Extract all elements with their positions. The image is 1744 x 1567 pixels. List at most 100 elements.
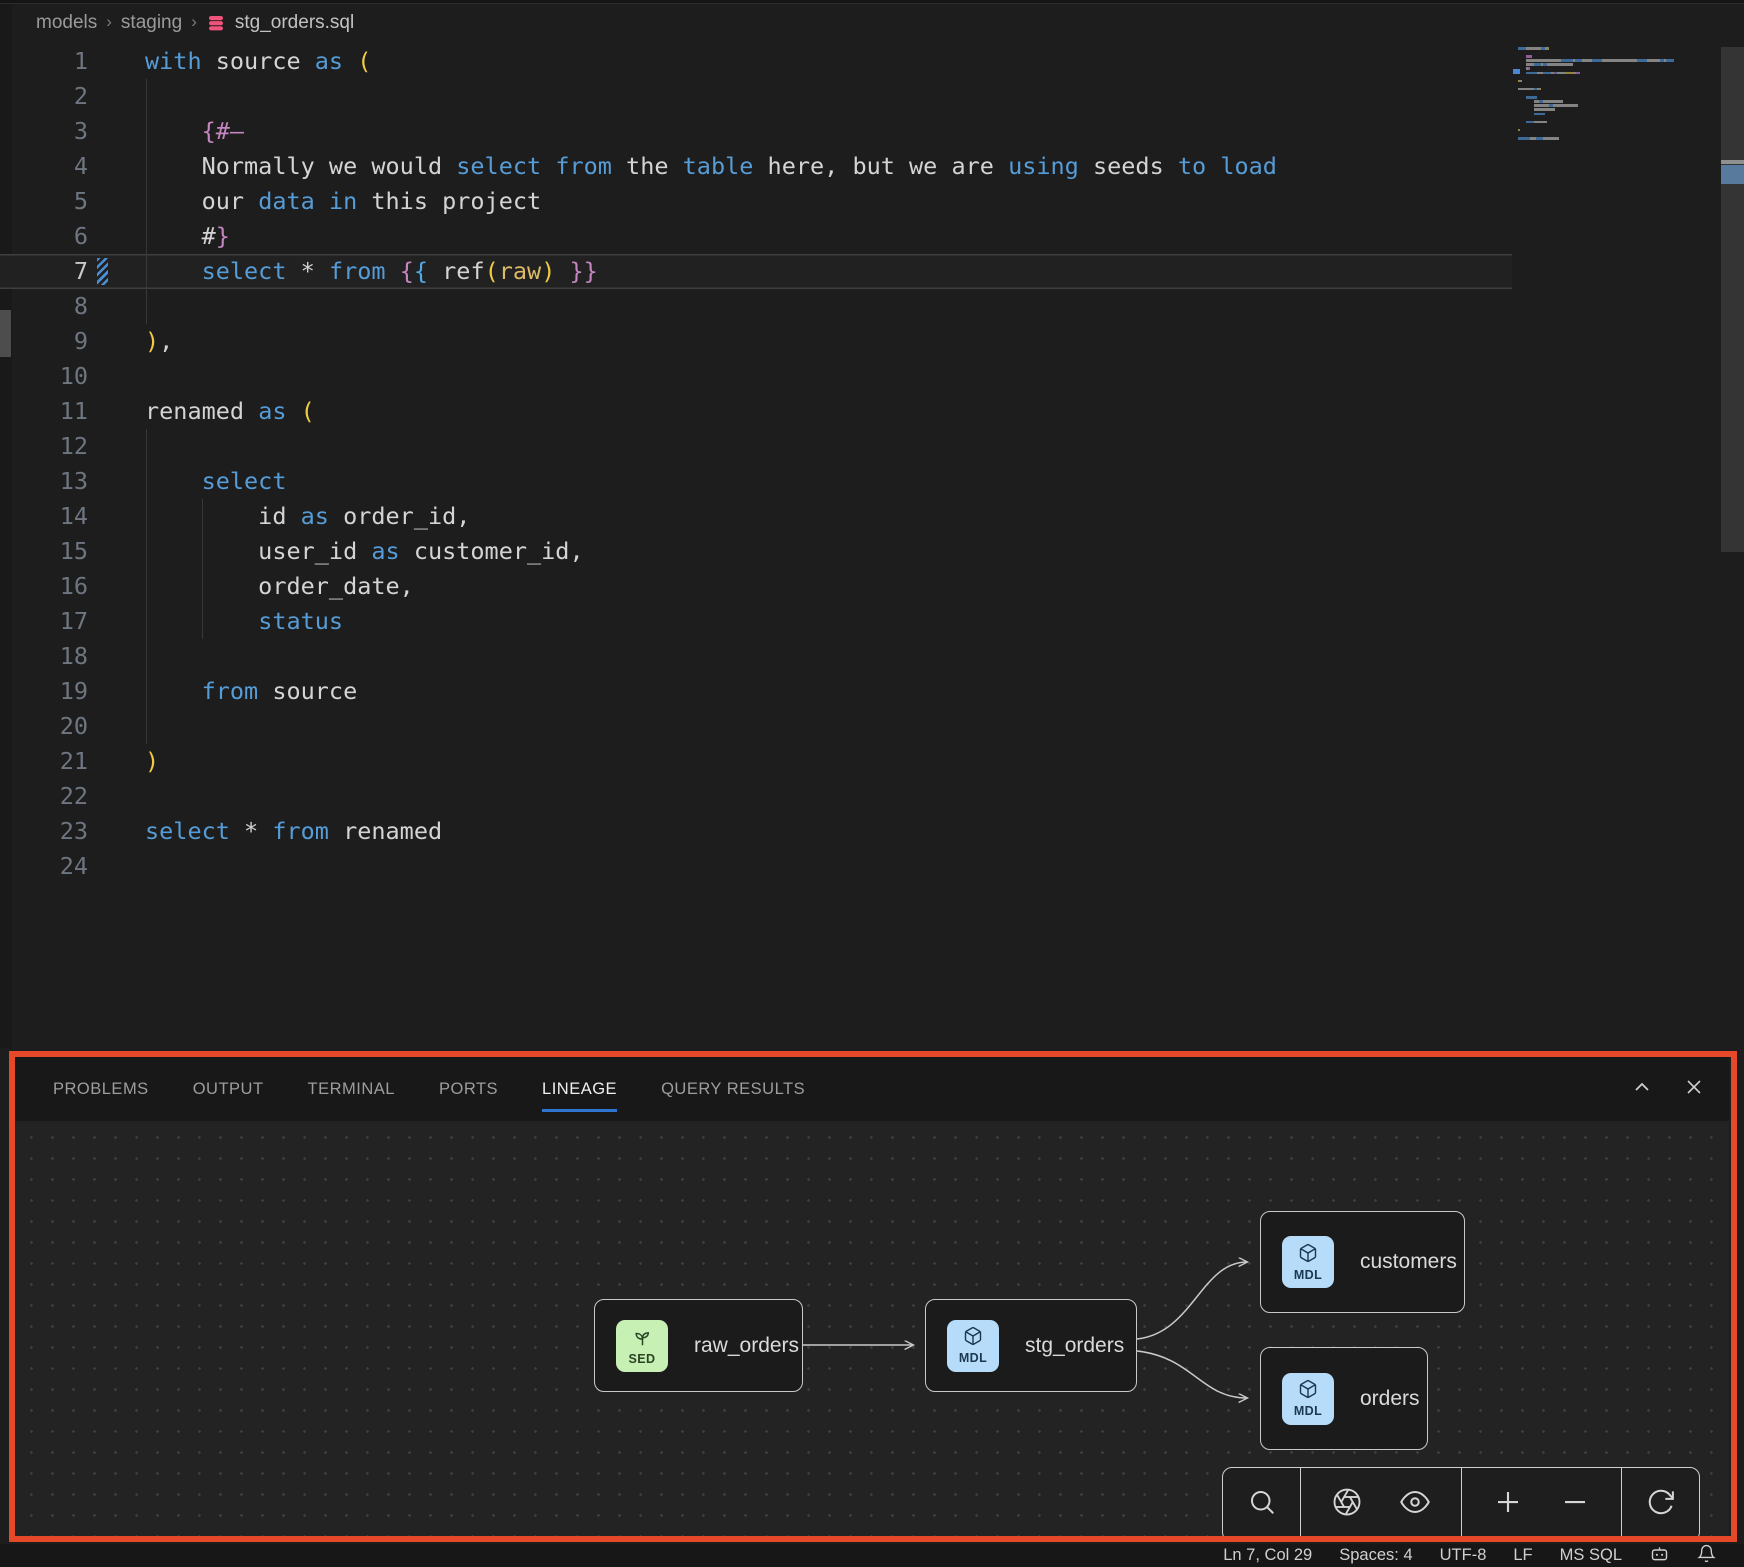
- breadcrumb-item-models[interactable]: models: [36, 12, 97, 34]
- status-utf-8[interactable]: UTF-8: [1440, 1546, 1487, 1565]
- close-panel-button[interactable]: [1681, 1076, 1707, 1102]
- line-number: 22: [0, 779, 88, 814]
- tab-terminal[interactable]: TERMINAL: [308, 1057, 395, 1121]
- code-token: load: [1220, 152, 1277, 180]
- status-spaces-4[interactable]: Spaces: 4: [1339, 1546, 1412, 1565]
- tab-query-results[interactable]: QUERY RESULTS: [661, 1057, 805, 1121]
- code-token: ,: [159, 327, 173, 355]
- lineage-node-orders[interactable]: MDL orders: [1260, 1347, 1428, 1450]
- code-line-12[interactable]: 12: [0, 429, 1512, 464]
- code-token: renamed: [145, 397, 258, 425]
- minimap-line: [1518, 100, 1690, 103]
- copilot-button[interactable]: [1649, 1543, 1670, 1567]
- code-token: [145, 257, 202, 285]
- line-number: 7: [0, 254, 88, 289]
- minimap-token: [1534, 63, 1542, 66]
- code-token: (: [301, 397, 315, 425]
- zoom-out-button[interactable]: [1553, 1483, 1597, 1527]
- code-token: from: [329, 257, 386, 285]
- lineage-node-customers[interactable]: MDL customers: [1260, 1211, 1465, 1313]
- refresh-button[interactable]: [1639, 1483, 1683, 1527]
- minimap-token: [1526, 72, 1538, 75]
- line-number: 11: [0, 394, 88, 429]
- code-line-24[interactable]: 24: [0, 849, 1512, 884]
- lineage-canvas[interactable]: SED raw_orders MDL stg_orders: [15, 1121, 1729, 1536]
- badge-label: MDL: [959, 1352, 987, 1365]
- minimap-line: [1518, 63, 1690, 66]
- badge-label: MDL: [1294, 1405, 1322, 1418]
- status-ms-sql[interactable]: MS SQL: [1560, 1546, 1622, 1565]
- tab-ports[interactable]: PORTS: [439, 1057, 498, 1121]
- database-icon: [206, 13, 226, 33]
- code-line-5[interactable]: 5 our data in this project: [0, 184, 1512, 219]
- refresh-icon: [1646, 1487, 1676, 1522]
- indent-guide: [202, 569, 203, 604]
- zoom-in-button[interactable]: [1486, 1483, 1530, 1527]
- minimap[interactable]: [1518, 47, 1690, 157]
- code-line-1[interactable]: 1with source as (: [0, 44, 1512, 79]
- minimap-line: [1518, 92, 1690, 95]
- bottom-panel: PROBLEMS OUTPUT TERMINAL PORTS LINEAGE QUERY …: [15, 1057, 1729, 1536]
- search-button[interactable]: [1240, 1483, 1284, 1527]
- minimap-line: [1518, 137, 1690, 140]
- minimap-line: [1518, 141, 1690, 144]
- editor-scrollbar[interactable]: [1721, 47, 1744, 552]
- line-number: 8: [0, 289, 88, 324]
- scrollbar-slider[interactable]: [1721, 165, 1744, 184]
- node-label: stg_orders: [1025, 1334, 1124, 1358]
- code-line-4[interactable]: 4 Normally we would select from the tabl…: [0, 149, 1512, 184]
- lineage-node-stg_orders[interactable]: MDL stg_orders: [925, 1299, 1137, 1392]
- tab-lineage[interactable]: LINEAGE: [542, 1057, 617, 1121]
- cube-icon: [1298, 1243, 1318, 1268]
- code-line-17[interactable]: 17 status: [0, 604, 1512, 639]
- code-token: table: [683, 152, 754, 180]
- badge-label: SED: [629, 1353, 656, 1366]
- line-number: 16: [0, 569, 88, 604]
- maximize-panel-button[interactable]: [1629, 1076, 1655, 1102]
- code-line-11[interactable]: 11renamed as (: [0, 394, 1512, 429]
- code-token: [145, 677, 202, 705]
- edge-stg_orders-orders: [1137, 1351, 1247, 1398]
- code-line-7[interactable]: 7 select * from {{ ref(raw) }}: [0, 254, 1512, 289]
- tab-problems[interactable]: PROBLEMS: [53, 1057, 149, 1121]
- code-token: select: [202, 257, 287, 285]
- indent-guide: [146, 79, 147, 114]
- code-line-19[interactable]: 19 from source: [0, 674, 1512, 709]
- tab-output[interactable]: OUTPUT: [193, 1057, 264, 1121]
- code-line-9[interactable]: 9),: [0, 324, 1512, 359]
- code-line-10[interactable]: 10: [0, 359, 1512, 394]
- minimap-token: [1520, 80, 1522, 83]
- code-line-8[interactable]: 8: [0, 289, 1512, 324]
- breadcrumb-item-staging[interactable]: staging: [121, 12, 182, 34]
- aperture-button[interactable]: [1325, 1483, 1369, 1527]
- code-line-2[interactable]: 2: [0, 79, 1512, 114]
- code-line-13[interactable]: 13 select: [0, 464, 1512, 499]
- notifications-button[interactable]: [1697, 1544, 1716, 1567]
- breadcrumb-separator: ›: [191, 12, 197, 32]
- seed-badge: SED: [616, 1320, 668, 1372]
- minimap-line: [1518, 51, 1690, 54]
- cube-icon: [1298, 1379, 1318, 1404]
- code-line-18[interactable]: 18: [0, 639, 1512, 674]
- eye-button[interactable]: [1393, 1483, 1437, 1527]
- minimap-token: [1647, 59, 1661, 62]
- status-ln-7-col-29[interactable]: Ln 7, Col 29: [1223, 1546, 1312, 1565]
- code-token: using: [1008, 152, 1079, 180]
- code-line-20[interactable]: 20: [0, 709, 1512, 744]
- code-line-6[interactable]: 6 #}: [0, 219, 1512, 254]
- code-token: [315, 187, 329, 215]
- code-line-21[interactable]: 21): [0, 744, 1512, 779]
- code-token: status: [258, 607, 343, 635]
- code-line-3[interactable]: 3 {#–: [0, 114, 1512, 149]
- lineage-node-raw_orders[interactable]: SED raw_orders: [594, 1299, 803, 1392]
- code-token: }: [216, 222, 230, 250]
- status-lf[interactable]: LF: [1513, 1546, 1532, 1565]
- code-line-22[interactable]: 22: [0, 779, 1512, 814]
- code-line-15[interactable]: 15 user_id as customer_id,: [0, 534, 1512, 569]
- breadcrumb-item-filename[interactable]: stg_orders.sql: [235, 12, 354, 34]
- code-line-16[interactable]: 16 order_date,: [0, 569, 1512, 604]
- code-token: [145, 117, 202, 145]
- panel-tab-bar: PROBLEMS OUTPUT TERMINAL PORTS LINEAGE QUERY …: [15, 1057, 1729, 1121]
- code-line-23[interactable]: 23select * from renamed: [0, 814, 1512, 849]
- code-line-14[interactable]: 14 id as order_id,: [0, 499, 1512, 534]
